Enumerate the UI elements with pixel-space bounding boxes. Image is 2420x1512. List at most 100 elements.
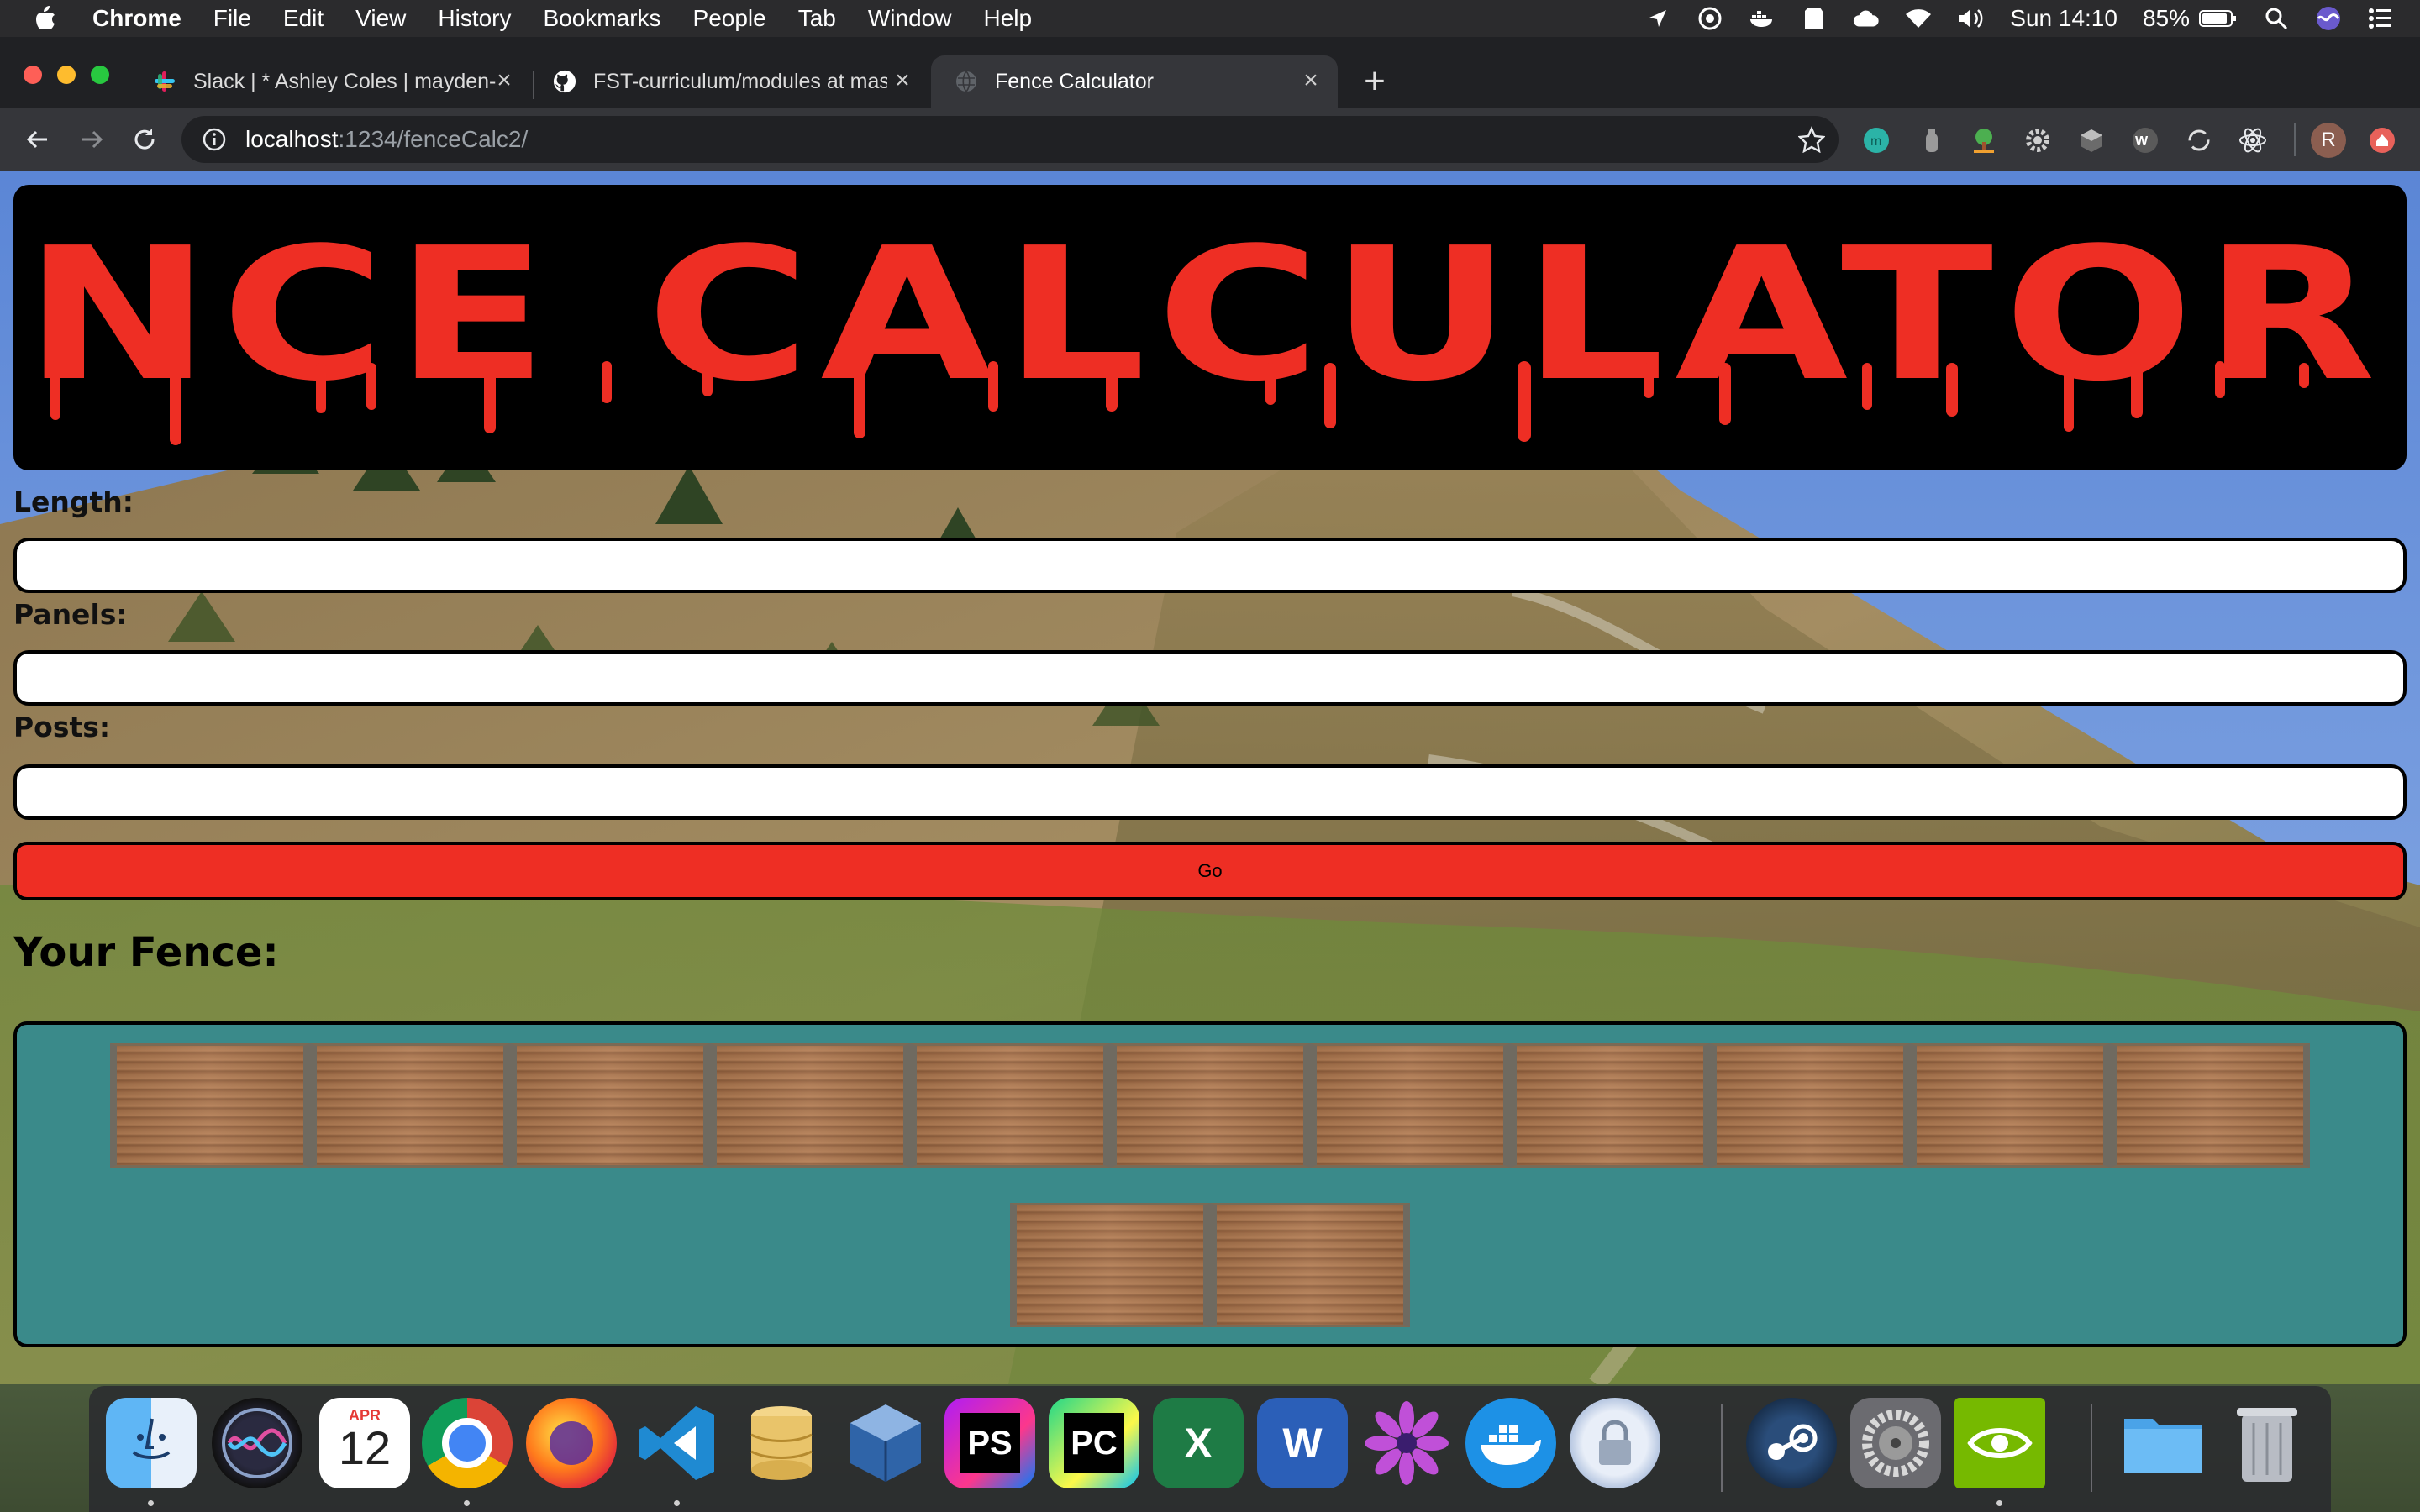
fence-panel	[2110, 1043, 2310, 1168]
close-tab-icon[interactable]: ×	[889, 66, 916, 94]
menu-file[interactable]: File	[213, 5, 251, 32]
extension-teal-icon[interactable]: m	[1862, 126, 1891, 155]
toolbar-divider	[2294, 123, 2296, 156]
close-tab-icon[interactable]: ×	[1297, 66, 1324, 94]
fence-panel	[910, 1043, 1110, 1168]
menu-edit[interactable]: Edit	[283, 5, 324, 32]
docker-status-icon[interactable]	[1748, 4, 1776, 33]
svg-text:m: m	[1870, 134, 1881, 149]
page-viewport: FENCE CALCULATOR!!!	[0, 171, 2420, 1384]
url-host: localhost	[245, 126, 339, 152]
finder-icon[interactable]	[106, 1398, 197, 1488]
steam-icon[interactable]	[1746, 1398, 1837, 1488]
apple-icon[interactable]	[32, 3, 64, 34]
new-tab-button[interactable]: +	[1356, 55, 1393, 108]
extension-gear-icon[interactable]	[2023, 126, 2052, 155]
siri-icon[interactable]	[2314, 4, 2343, 33]
virtualbox-icon[interactable]	[840, 1398, 931, 1488]
zoom-window-button[interactable]	[91, 66, 109, 84]
flower-app-icon[interactable]	[1361, 1398, 1452, 1488]
fence-panel	[1310, 1043, 1510, 1168]
extension-wappalyzer-icon[interactable]: W	[2131, 126, 2160, 155]
spotlight-icon[interactable]	[2262, 4, 2291, 33]
slack-icon	[153, 70, 176, 93]
extension-tree-icon[interactable]	[1970, 126, 1998, 155]
firefox-icon[interactable]	[526, 1398, 617, 1488]
menu-window[interactable]: Window	[868, 5, 952, 32]
dock-divider	[1721, 1404, 1723, 1492]
bookmark-star-icon[interactable]	[1797, 124, 1827, 155]
menu-bookmarks[interactable]: Bookmarks	[543, 5, 660, 32]
menu-bar: Chrome File Edit View History Bookmarks …	[0, 0, 2420, 37]
clock[interactable]: Sun 14:10	[2010, 5, 2118, 32]
evernote-icon[interactable]	[1800, 4, 1828, 33]
calendar-icon[interactable]: APR 12	[319, 1398, 410, 1488]
close-window-button[interactable]	[24, 66, 42, 84]
keychain-icon[interactable]	[1570, 1398, 1660, 1488]
github-icon	[553, 70, 576, 93]
title-banner: FENCE CALCULATOR!!!	[13, 185, 2407, 470]
go-button[interactable]: Go	[13, 842, 2407, 900]
chrome-app-icon[interactable]	[422, 1398, 513, 1488]
phpstorm-icon[interactable]: PS	[944, 1398, 1035, 1488]
folder-icon[interactable]	[2118, 1398, 2208, 1488]
wifi-icon[interactable]	[1904, 4, 1933, 33]
extension-react-icon[interactable]	[2238, 126, 2267, 155]
extension-red-icon[interactable]	[2368, 126, 2396, 155]
menu-people[interactable]: People	[693, 5, 766, 32]
menu-help[interactable]: Help	[983, 5, 1032, 32]
pycharm-icon[interactable]: PC	[1049, 1398, 1139, 1488]
forward-button[interactable]	[74, 121, 111, 158]
window-controls	[24, 66, 124, 84]
tab-slack[interactable]: Slack | * Ashley Coles | mayden- ×	[134, 55, 531, 108]
running-indicator	[674, 1500, 680, 1506]
panels-input[interactable]	[13, 650, 2407, 706]
volume-icon[interactable]	[1956, 4, 1985, 33]
length-label: Length:	[13, 486, 134, 518]
menu-app-name[interactable]: Chrome	[92, 5, 182, 32]
siri-app-icon[interactable]	[212, 1398, 302, 1488]
nvidia-icon[interactable]	[1954, 1398, 2045, 1488]
excel-icon[interactable]: X	[1153, 1398, 1244, 1488]
fence-panel	[510, 1043, 710, 1168]
battery-percent: 85%	[2142, 5, 2190, 31]
location-icon[interactable]	[1644, 4, 1672, 33]
extension-cube-icon[interactable]	[2077, 126, 2106, 155]
tab-fence-calculator[interactable]: Fence Calculator ×	[931, 55, 1338, 108]
minimize-window-button[interactable]	[57, 66, 76, 84]
url-path: :1234/fenceCalc2/	[338, 126, 529, 152]
extension-sync-icon[interactable]	[2185, 126, 2213, 155]
fence-display	[13, 1021, 2407, 1347]
battery-icon[interactable]	[2198, 4, 2238, 33]
fence-panel	[110, 1043, 310, 1168]
trash-icon[interactable]	[2222, 1398, 2312, 1488]
address-bar[interactable]: localhost:1234/fenceCalc2/	[182, 116, 1839, 163]
tab-github[interactable]: FST-curriculum/modules at mast ×	[536, 55, 929, 108]
menu-view[interactable]: View	[355, 5, 406, 32]
posts-input[interactable]	[13, 764, 2407, 820]
notification-center-icon[interactable]	[2366, 4, 2395, 33]
profile-avatar[interactable]: R	[2311, 123, 2346, 158]
svg-text:W: W	[2135, 134, 2149, 149]
fence-panel	[1110, 1043, 1310, 1168]
docker-app-icon[interactable]	[1465, 1398, 1556, 1488]
dock: APR 12 PS PC X W	[89, 1386, 2331, 1512]
reload-button[interactable]	[126, 121, 163, 158]
dock-divider	[2091, 1404, 2092, 1492]
extension-bottle-icon[interactable]	[1918, 126, 1946, 155]
length-input[interactable]	[13, 538, 2407, 593]
system-preferences-icon[interactable]	[1850, 1398, 1941, 1488]
close-tab-icon[interactable]: ×	[491, 66, 518, 94]
cloud-icon[interactable]	[1852, 4, 1881, 33]
site-info-icon[interactable]	[200, 125, 229, 154]
tab-divider	[533, 71, 534, 99]
sequel-pro-icon[interactable]	[736, 1398, 827, 1488]
word-icon[interactable]: W	[1257, 1398, 1348, 1488]
back-button[interactable]	[18, 121, 55, 158]
menu-tab[interactable]: Tab	[798, 5, 836, 32]
menu-history[interactable]: History	[438, 5, 511, 32]
calendar-day: 12	[338, 1420, 392, 1474]
focus-icon[interactable]	[1696, 4, 1724, 33]
vscode-icon[interactable]	[632, 1398, 723, 1488]
running-indicator	[464, 1500, 470, 1506]
